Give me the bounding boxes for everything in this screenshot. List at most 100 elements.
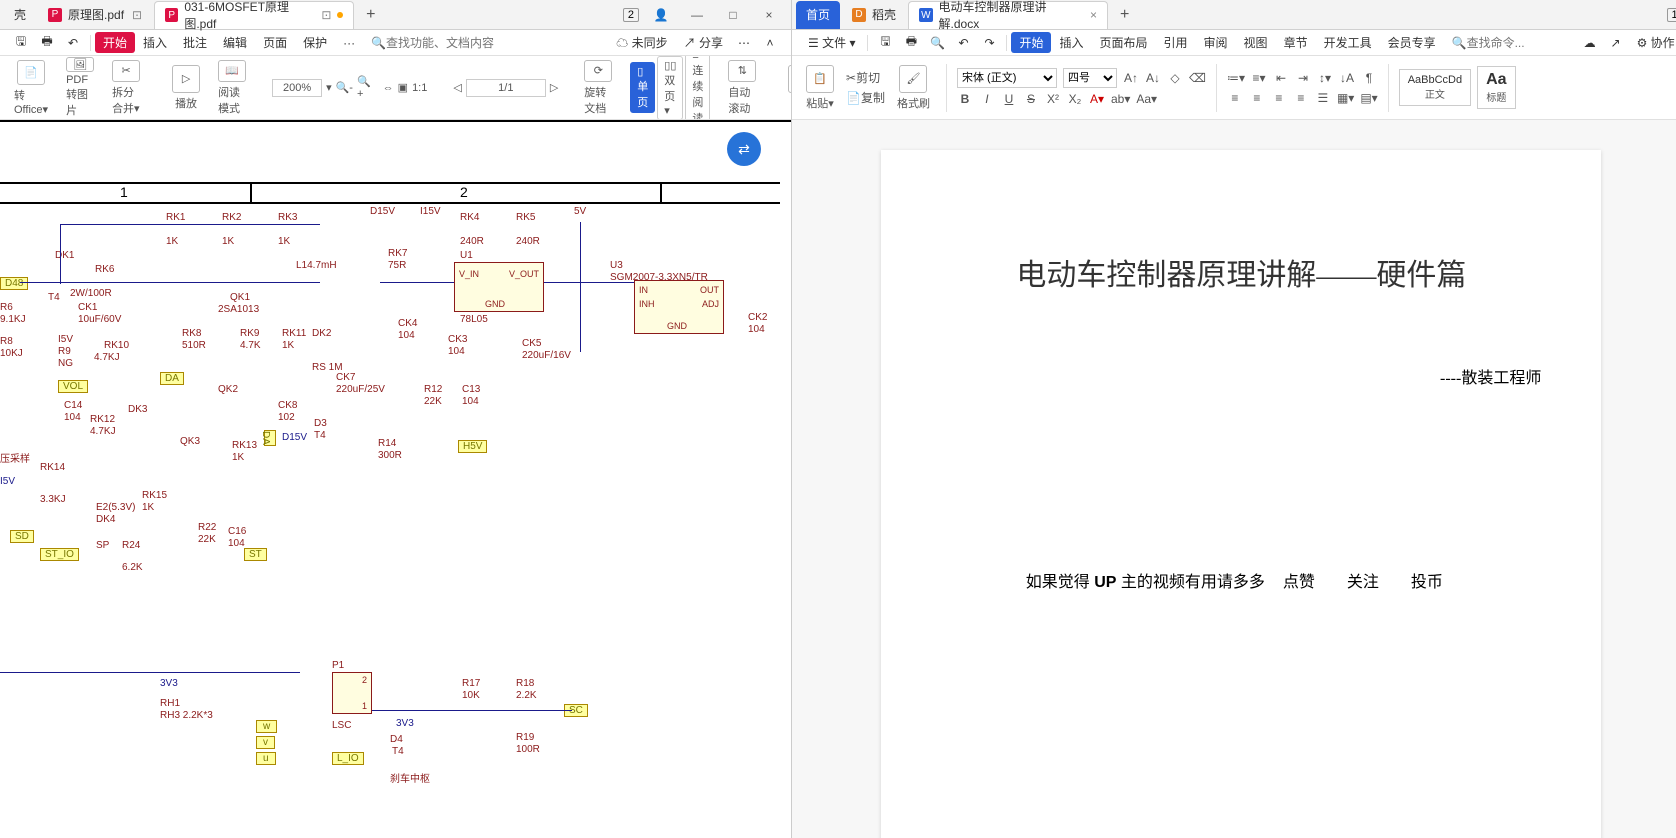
- font-name-select[interactable]: 宋体 (正文): [957, 68, 1057, 88]
- menu-review[interactable]: 审阅: [1196, 32, 1236, 53]
- rotate-button[interactable]: ⟳旋转文档: [578, 60, 618, 116]
- paste-button[interactable]: 📋粘贴▾: [800, 60, 840, 116]
- search-input[interactable]: [386, 36, 496, 50]
- background-button[interactable]: 👁背景: [782, 60, 791, 116]
- menu-more[interactable]: ···: [335, 34, 363, 52]
- borders-button[interactable]: ▦▾: [1337, 89, 1354, 107]
- menu-vip[interactable]: 会员专享: [1380, 32, 1444, 53]
- fit-width-icon[interactable]: ⇔: [383, 82, 394, 94]
- menu-section[interactable]: 章节: [1276, 32, 1316, 53]
- style-heading[interactable]: Aa 标题: [1477, 66, 1515, 109]
- clear-format-icon[interactable]: ◇: [1167, 69, 1183, 87]
- align-justify-button[interactable]: ≡: [1293, 89, 1309, 107]
- indent-button[interactable]: ⇥: [1295, 69, 1311, 87]
- pdf-viewport[interactable]: ⇄ 1 2 D15V I15V 5V RK1 1K RK2 1K RK3 1K …: [0, 120, 791, 838]
- tab-home[interactable]: 首页: [796, 1, 840, 29]
- menu-devtools[interactable]: 开发工具: [1316, 32, 1380, 53]
- read-mode-button[interactable]: 📖阅读模式: [212, 60, 252, 116]
- chevron-up-icon[interactable]: ˄: [761, 34, 779, 52]
- numbering-button[interactable]: ≡▾: [1251, 69, 1267, 87]
- style-normal[interactable]: AaBbCcDd 正文: [1399, 69, 1471, 106]
- tab-close-icon[interactable]: ⊡: [321, 8, 331, 22]
- tab-close-icon[interactable]: ×: [1090, 8, 1097, 22]
- chevron-down-icon[interactable]: ▾: [326, 81, 332, 94]
- tab-item-active[interactable]: P 031-6MOSFET原理图.pdf ⊡: [154, 1, 354, 29]
- doc-viewport[interactable]: 电动车控制器原理讲解——硬件篇 ----散装工程师 如果觉得 UP 主的视频有用…: [792, 120, 1676, 838]
- line-spacing-button[interactable]: ↕▾: [1317, 69, 1333, 87]
- strike-button[interactable]: S: [1023, 90, 1039, 108]
- close-window-button[interactable]: ×: [751, 1, 787, 29]
- cloud-sync-icon[interactable]: ☁: [1581, 34, 1599, 52]
- new-tab-button[interactable]: +: [356, 6, 385, 24]
- change-case-button[interactable]: Aa▾: [1136, 90, 1157, 108]
- split-merge-button[interactable]: ✂拆分合并▾: [106, 60, 146, 116]
- share-button[interactable]: ↗ 分享: [676, 32, 731, 53]
- grow-font-icon[interactable]: A↑: [1123, 69, 1139, 87]
- more-icon[interactable]: ⋯: [735, 34, 753, 52]
- autoscroll-button[interactable]: ⇅自动滚动: [722, 60, 762, 116]
- zoom-value[interactable]: 200%: [272, 79, 322, 97]
- font-size-select[interactable]: 四号: [1063, 68, 1117, 88]
- align-center-button[interactable]: ≡: [1249, 89, 1265, 107]
- play-button[interactable]: ▷播放: [166, 60, 206, 116]
- superscript-button[interactable]: X²: [1045, 90, 1061, 108]
- subscript-button[interactable]: X₂: [1067, 90, 1083, 108]
- file-menu[interactable]: ☰ 文件 ▾: [800, 32, 863, 53]
- font-color-button[interactable]: A▾: [1089, 90, 1105, 108]
- prev-page-icon[interactable]: ◁: [453, 81, 461, 94]
- window-count-badge[interactable]: 2: [623, 8, 639, 22]
- menu-page[interactable]: 页面: [255, 32, 295, 53]
- pdf-to-image-button[interactable]: 🖼PDF转图片: [60, 60, 100, 116]
- menu-layout[interactable]: 页面布局: [1092, 32, 1156, 53]
- search-box[interactable]: 🔍: [371, 36, 496, 50]
- highlight-button[interactable]: ab▾: [1111, 90, 1130, 108]
- menu-insert[interactable]: 插入: [1051, 32, 1091, 53]
- continuous-button[interactable]: ≡ 连续阅读: [685, 56, 710, 120]
- erase-icon[interactable]: ⌫: [1189, 69, 1206, 87]
- menu-ref[interactable]: 引用: [1156, 32, 1196, 53]
- save-icon[interactable]: 🖫: [876, 34, 894, 52]
- command-search-input[interactable]: [1467, 36, 1577, 50]
- fit-page-icon[interactable]: ▣: [398, 81, 408, 94]
- menu-annotate[interactable]: 批注: [175, 32, 215, 53]
- print-icon[interactable]: 🖶: [38, 34, 56, 52]
- undo-icon[interactable]: ↶: [954, 34, 972, 52]
- actual-size-icon[interactable]: 1:1: [412, 82, 427, 94]
- outdent-button[interactable]: ⇤: [1273, 69, 1289, 87]
- maximize-button[interactable]: □: [715, 1, 751, 29]
- menu-edit[interactable]: 编辑: [215, 32, 255, 53]
- share-icon[interactable]: ↗: [1607, 34, 1625, 52]
- sort-button[interactable]: ↓A: [1339, 69, 1355, 87]
- redo-icon[interactable]: ↷: [980, 34, 998, 52]
- unsynced-button[interactable]: ☁ 未同步: [608, 32, 675, 53]
- convert-office-button[interactable]: 📄转Office▾: [8, 60, 54, 116]
- shading-button[interactable]: ▤▾: [1360, 89, 1377, 107]
- print-icon[interactable]: 🖶: [902, 34, 920, 52]
- bullets-button[interactable]: ≔▾: [1227, 69, 1245, 87]
- command-search[interactable]: 🔍: [1452, 36, 1577, 50]
- zoom-in-icon[interactable]: 🔍+: [357, 75, 371, 100]
- save-icon[interactable]: 🖫: [12, 34, 30, 52]
- avatar-icon[interactable]: 👤: [643, 1, 679, 29]
- window-count-badge[interactable]: 1: [1667, 8, 1676, 22]
- shrink-font-icon[interactable]: A↓: [1145, 69, 1161, 87]
- tab-daoke[interactable]: D稻壳: [842, 1, 906, 29]
- align-left-button[interactable]: ≡: [1227, 89, 1243, 107]
- double-page-button[interactable]: ▯▯ 双页▾: [657, 56, 683, 120]
- single-page-button[interactable]: ▯ 单页: [630, 62, 655, 113]
- italic-button[interactable]: I: [979, 90, 995, 108]
- cut-button[interactable]: ✂ 剪切: [846, 69, 880, 87]
- menu-protect[interactable]: 保护: [295, 32, 335, 53]
- tab-close-icon[interactable]: ⊡: [132, 8, 142, 22]
- collab-button[interactable]: ⚙ 协作: [1629, 32, 1676, 53]
- menu-insert[interactable]: 插入: [135, 32, 175, 53]
- format-painter-button[interactable]: 🖌格式刷: [891, 60, 936, 116]
- preview-icon[interactable]: 🔍: [928, 34, 946, 52]
- distribute-button[interactable]: ☰: [1315, 89, 1331, 107]
- underline-button[interactable]: U: [1001, 90, 1017, 108]
- tab-item[interactable]: P 原理图.pdf ⊡: [38, 1, 152, 29]
- tab-doc-active[interactable]: W 电动车控制器原理讲解.docx ×: [908, 1, 1108, 29]
- align-right-button[interactable]: ≡: [1271, 89, 1287, 107]
- menu-view[interactable]: 视图: [1236, 32, 1276, 53]
- new-tab-button[interactable]: +: [1110, 6, 1139, 24]
